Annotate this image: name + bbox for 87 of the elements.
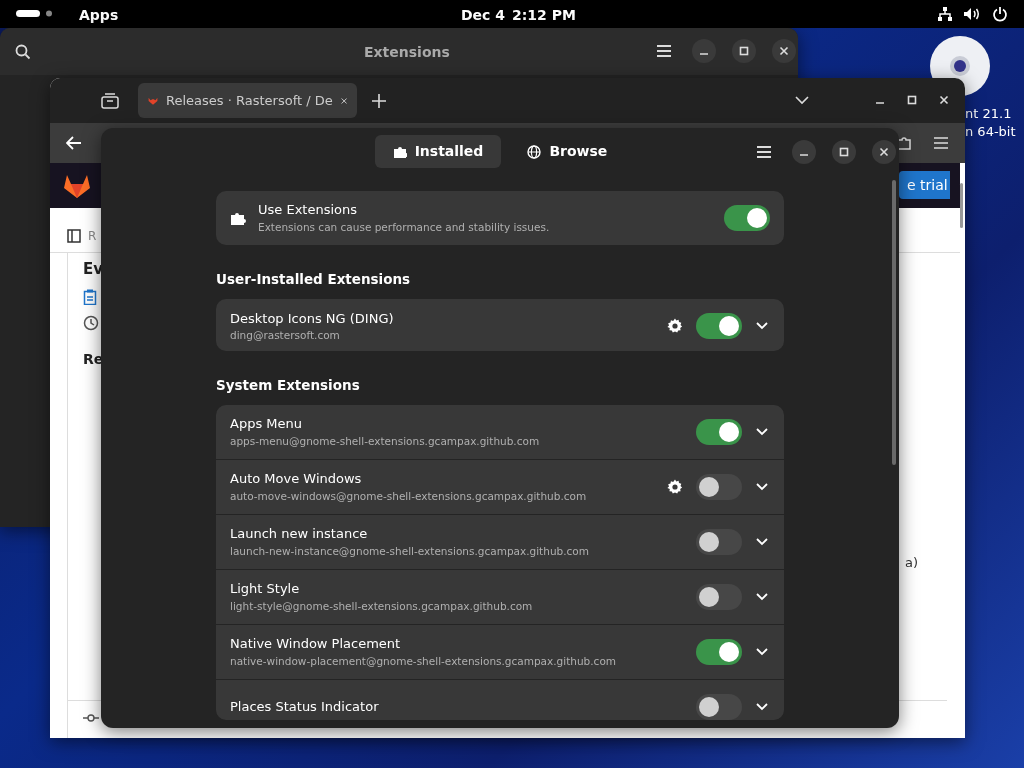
extension-name: Desktop Icons NG (DING) — [230, 309, 395, 328]
section-heading: Re — [83, 350, 104, 369]
row-subtitle: Extensions can cause performance and stability issues. — [258, 219, 551, 235]
toggle-switch[interactable] — [696, 584, 742, 611]
network-icon[interactable] — [937, 6, 953, 22]
maximize-icon — [906, 94, 918, 106]
extension-name: Native Window Placement — [230, 635, 402, 654]
volume-icon[interactable] — [963, 6, 980, 22]
toggle-switch[interactable] — [696, 694, 742, 720]
menu-icon[interactable] — [933, 136, 949, 150]
menu-icon — [756, 144, 772, 160]
commit-icon — [83, 714, 99, 722]
chevron-down-icon — [756, 538, 768, 547]
power-icon[interactable] — [992, 6, 1008, 22]
back-arrow-icon[interactable] — [66, 136, 82, 150]
toggle-switch[interactable] — [696, 639, 742, 666]
extension-name: Apps Menu — [230, 415, 303, 434]
chevron-down-icon — [756, 322, 768, 331]
scrollbar[interactable] — [892, 180, 896, 465]
view-tab[interactable]: Browse — [509, 135, 626, 168]
extension-id: ding@rastersoft.com — [230, 328, 341, 344]
chevron-down-icon — [756, 428, 768, 437]
extension-name: Auto Move Windows — [230, 470, 363, 489]
toggle-switch[interactable] — [696, 419, 742, 446]
puzzle-icon — [392, 144, 407, 159]
close-icon[interactable] — [340, 95, 347, 106]
clipboard-icon — [83, 289, 97, 305]
extension-name: Light Style — [230, 580, 301, 599]
desktop-icon-label[interactable]: nt 21.1 — [965, 104, 1012, 124]
free-trial-button[interactable]: e trial — [899, 171, 950, 199]
browser-tab[interactable]: Releases · Rastersoft / De — [138, 83, 357, 118]
extension-id: auto-move-windows@gnome-shell-extensions.gcampax.github.com — [230, 488, 588, 504]
maximize-button[interactable] — [732, 39, 756, 63]
search-icon[interactable] — [15, 44, 31, 60]
extension-id: light-style@gnome-shell-extensions.gcampax.github.com — [230, 598, 534, 614]
close-icon — [878, 146, 890, 158]
breadcrumb-label[interactable]: R — [88, 227, 97, 245]
menu-icon — [656, 43, 672, 59]
globe-icon — [527, 144, 542, 159]
minimize-icon — [800, 154, 808, 156]
close-icon — [938, 94, 950, 106]
tab-title: Releases · Rastersoft / De — [166, 91, 333, 110]
chevron-down-icon — [756, 593, 768, 602]
apps-menu-label[interactable]: Apps — [79, 5, 119, 26]
settings-icon — [667, 479, 683, 496]
tab-overview-icon[interactable] — [101, 93, 119, 109]
window-title: Extensions — [364, 43, 450, 62]
puzzle-icon — [230, 210, 246, 226]
extension-name: Launch new instance — [230, 525, 369, 544]
extension-id: launch-new-instance@gnome-shell-extensions.gcampax.github.com — [230, 543, 590, 559]
sidebar-toggle-icon[interactable] — [67, 229, 81, 243]
maximize-button[interactable] — [832, 140, 856, 164]
chevron-down-icon — [756, 648, 768, 657]
fox-logo-icon[interactable] — [63, 173, 91, 199]
scrollbar[interactable] — [960, 183, 963, 228]
toggle-switch[interactable] — [696, 529, 742, 556]
close-icon — [778, 45, 790, 57]
section-heading: User-Installed Extensions — [216, 271, 412, 288]
plus-icon[interactable] — [372, 94, 386, 108]
close-button[interactable] — [772, 39, 796, 63]
minimize-button[interactable] — [692, 39, 716, 63]
puzzle-icon[interactable] — [896, 135, 912, 151]
minimize-icon — [700, 53, 708, 55]
chevron-down-icon — [756, 703, 768, 712]
maximize-icon — [738, 45, 750, 57]
chevron-down-icon — [756, 483, 768, 492]
section-heading: System Extensions — [216, 376, 361, 394]
minimize-icon — [876, 102, 884, 104]
chevron-down-icon[interactable] — [795, 96, 809, 105]
minimize-button[interactable] — [792, 140, 816, 164]
toggle-switch[interactable] — [724, 205, 770, 231]
close-button[interactable] — [872, 140, 896, 164]
clock-time[interactable]: 2:12 PM — [512, 5, 576, 26]
view-tab[interactable]: Installed — [374, 135, 502, 168]
toggle-switch[interactable] — [696, 474, 742, 501]
page-text: a) — [905, 554, 919, 572]
settings-icon — [667, 318, 683, 335]
clock-icon — [83, 315, 99, 331]
toggle-switch[interactable] — [696, 313, 742, 340]
row-title: Use Extensions — [258, 201, 358, 220]
desktop-icon-label[interactable]: n 64-bit — [965, 122, 1016, 142]
extension-id: native-window-placement@gnome-shell-extensions.gcampax.github.com — [230, 653, 618, 669]
page-heading: Ev — [83, 259, 104, 280]
extension-id: apps-menu@gnome-shell-extensions.gcampax.github.com — [230, 433, 541, 449]
clock-date[interactable]: Dec 4 — [461, 5, 506, 26]
maximize-icon — [838, 146, 850, 158]
extension-name: Places Status Indicator — [230, 698, 380, 717]
